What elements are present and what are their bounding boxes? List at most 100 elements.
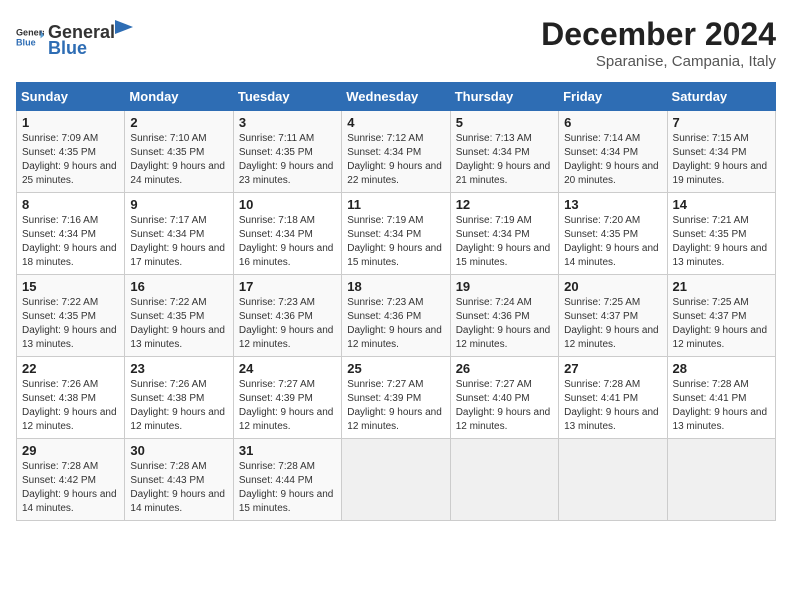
calendar-cell: 22 Sunrise: 7:26 AM Sunset: 4:38 PM Dayl… bbox=[17, 357, 125, 439]
calendar-cell: 31 Sunrise: 7:28 AM Sunset: 4:44 PM Dayl… bbox=[233, 439, 341, 521]
day-info: Sunrise: 7:16 AM Sunset: 4:34 PM Dayligh… bbox=[22, 214, 119, 270]
day-number: 31 bbox=[239, 443, 336, 458]
logo-blue: Blue bbox=[48, 38, 87, 58]
weekday-header: Sunday bbox=[17, 83, 125, 111]
weekday-header: Wednesday bbox=[342, 83, 450, 111]
calendar-cell: 26 Sunrise: 7:27 AM Sunset: 4:40 PM Dayl… bbox=[450, 357, 558, 439]
day-number: 12 bbox=[456, 197, 553, 212]
day-info: Sunrise: 7:25 AM Sunset: 4:37 PM Dayligh… bbox=[564, 296, 661, 352]
logo: General Blue General Blue bbox=[16, 16, 133, 59]
day-info: Sunrise: 7:21 AM Sunset: 4:35 PM Dayligh… bbox=[673, 214, 770, 270]
calendar-cell bbox=[342, 439, 450, 521]
day-info: Sunrise: 7:28 AM Sunset: 4:43 PM Dayligh… bbox=[130, 460, 227, 516]
calendar-week-row: 29 Sunrise: 7:28 AM Sunset: 4:42 PM Dayl… bbox=[17, 439, 776, 521]
logo-icon: General Blue bbox=[16, 23, 44, 51]
day-info: Sunrise: 7:24 AM Sunset: 4:36 PM Dayligh… bbox=[456, 296, 553, 352]
day-info: Sunrise: 7:28 AM Sunset: 4:44 PM Dayligh… bbox=[239, 460, 336, 516]
day-number: 10 bbox=[239, 197, 336, 212]
weekday-header: Thursday bbox=[450, 83, 558, 111]
calendar-cell: 16 Sunrise: 7:22 AM Sunset: 4:35 PM Dayl… bbox=[125, 275, 233, 357]
calendar-cell: 21 Sunrise: 7:25 AM Sunset: 4:37 PM Dayl… bbox=[667, 275, 775, 357]
day-number: 3 bbox=[239, 115, 336, 130]
calendar-cell: 15 Sunrise: 7:22 AM Sunset: 4:35 PM Dayl… bbox=[17, 275, 125, 357]
weekday-header: Tuesday bbox=[233, 83, 341, 111]
day-info: Sunrise: 7:18 AM Sunset: 4:34 PM Dayligh… bbox=[239, 214, 336, 270]
day-info: Sunrise: 7:20 AM Sunset: 4:35 PM Dayligh… bbox=[564, 214, 661, 270]
calendar-title: December 2024 bbox=[541, 16, 776, 53]
day-number: 15 bbox=[22, 279, 119, 294]
svg-text:Blue: Blue bbox=[16, 38, 36, 48]
calendar-cell bbox=[450, 439, 558, 521]
calendar-cell: 17 Sunrise: 7:23 AM Sunset: 4:36 PM Dayl… bbox=[233, 275, 341, 357]
day-number: 1 bbox=[22, 115, 119, 130]
logo-arrow bbox=[115, 16, 133, 38]
title-area: December 2024 Sparanise, Campania, Italy bbox=[541, 16, 776, 70]
day-info: Sunrise: 7:13 AM Sunset: 4:34 PM Dayligh… bbox=[456, 132, 553, 188]
calendar-cell: 1 Sunrise: 7:09 AM Sunset: 4:35 PM Dayli… bbox=[17, 111, 125, 193]
day-info: Sunrise: 7:14 AM Sunset: 4:34 PM Dayligh… bbox=[564, 132, 661, 188]
day-number: 11 bbox=[347, 197, 444, 212]
calendar-cell: 6 Sunrise: 7:14 AM Sunset: 4:34 PM Dayli… bbox=[559, 111, 667, 193]
day-info: Sunrise: 7:17 AM Sunset: 4:34 PM Dayligh… bbox=[130, 214, 227, 270]
svg-text:General: General bbox=[16, 28, 44, 38]
calendar-cell: 19 Sunrise: 7:24 AM Sunset: 4:36 PM Dayl… bbox=[450, 275, 558, 357]
calendar-cell: 30 Sunrise: 7:28 AM Sunset: 4:43 PM Dayl… bbox=[125, 439, 233, 521]
calendar-table: SundayMondayTuesdayWednesdayThursdayFrid… bbox=[16, 82, 776, 521]
day-number: 14 bbox=[673, 197, 770, 212]
day-number: 29 bbox=[22, 443, 119, 458]
day-number: 21 bbox=[673, 279, 770, 294]
day-info: Sunrise: 7:28 AM Sunset: 4:41 PM Dayligh… bbox=[564, 378, 661, 434]
calendar-cell: 11 Sunrise: 7:19 AM Sunset: 4:34 PM Dayl… bbox=[342, 193, 450, 275]
day-number: 20 bbox=[564, 279, 661, 294]
day-number: 5 bbox=[456, 115, 553, 130]
calendar-cell: 5 Sunrise: 7:13 AM Sunset: 4:34 PM Dayli… bbox=[450, 111, 558, 193]
day-number: 19 bbox=[456, 279, 553, 294]
calendar-cell bbox=[667, 439, 775, 521]
weekday-header: Monday bbox=[125, 83, 233, 111]
calendar-cell: 18 Sunrise: 7:23 AM Sunset: 4:36 PM Dayl… bbox=[342, 275, 450, 357]
day-number: 25 bbox=[347, 361, 444, 376]
calendar-cell: 14 Sunrise: 7:21 AM Sunset: 4:35 PM Dayl… bbox=[667, 193, 775, 275]
day-info: Sunrise: 7:27 AM Sunset: 4:39 PM Dayligh… bbox=[347, 378, 444, 434]
day-number: 26 bbox=[456, 361, 553, 376]
day-info: Sunrise: 7:25 AM Sunset: 4:37 PM Dayligh… bbox=[673, 296, 770, 352]
day-info: Sunrise: 7:19 AM Sunset: 4:34 PM Dayligh… bbox=[347, 214, 444, 270]
day-number: 4 bbox=[347, 115, 444, 130]
calendar-cell: 4 Sunrise: 7:12 AM Sunset: 4:34 PM Dayli… bbox=[342, 111, 450, 193]
calendar-cell: 9 Sunrise: 7:17 AM Sunset: 4:34 PM Dayli… bbox=[125, 193, 233, 275]
calendar-cell: 23 Sunrise: 7:26 AM Sunset: 4:38 PM Dayl… bbox=[125, 357, 233, 439]
calendar-week-row: 8 Sunrise: 7:16 AM Sunset: 4:34 PM Dayli… bbox=[17, 193, 776, 275]
calendar-cell: 27 Sunrise: 7:28 AM Sunset: 4:41 PM Dayl… bbox=[559, 357, 667, 439]
calendar-cell: 28 Sunrise: 7:28 AM Sunset: 4:41 PM Dayl… bbox=[667, 357, 775, 439]
calendar-cell: 13 Sunrise: 7:20 AM Sunset: 4:35 PM Dayl… bbox=[559, 193, 667, 275]
day-number: 9 bbox=[130, 197, 227, 212]
day-info: Sunrise: 7:10 AM Sunset: 4:35 PM Dayligh… bbox=[130, 132, 227, 188]
day-number: 7 bbox=[673, 115, 770, 130]
day-number: 30 bbox=[130, 443, 227, 458]
day-number: 8 bbox=[22, 197, 119, 212]
calendar-cell: 8 Sunrise: 7:16 AM Sunset: 4:34 PM Dayli… bbox=[17, 193, 125, 275]
day-info: Sunrise: 7:09 AM Sunset: 4:35 PM Dayligh… bbox=[22, 132, 119, 188]
day-number: 16 bbox=[130, 279, 227, 294]
calendar-cell bbox=[559, 439, 667, 521]
day-info: Sunrise: 7:19 AM Sunset: 4:34 PM Dayligh… bbox=[456, 214, 553, 270]
calendar-cell: 12 Sunrise: 7:19 AM Sunset: 4:34 PM Dayl… bbox=[450, 193, 558, 275]
calendar-cell: 29 Sunrise: 7:28 AM Sunset: 4:42 PM Dayl… bbox=[17, 439, 125, 521]
calendar-cell: 10 Sunrise: 7:18 AM Sunset: 4:34 PM Dayl… bbox=[233, 193, 341, 275]
calendar-week-row: 15 Sunrise: 7:22 AM Sunset: 4:35 PM Dayl… bbox=[17, 275, 776, 357]
day-number: 6 bbox=[564, 115, 661, 130]
day-info: Sunrise: 7:15 AM Sunset: 4:34 PM Dayligh… bbox=[673, 132, 770, 188]
day-number: 18 bbox=[347, 279, 444, 294]
day-info: Sunrise: 7:22 AM Sunset: 4:35 PM Dayligh… bbox=[22, 296, 119, 352]
day-number: 27 bbox=[564, 361, 661, 376]
calendar-cell: 25 Sunrise: 7:27 AM Sunset: 4:39 PM Dayl… bbox=[342, 357, 450, 439]
day-info: Sunrise: 7:27 AM Sunset: 4:40 PM Dayligh… bbox=[456, 378, 553, 434]
day-info: Sunrise: 7:11 AM Sunset: 4:35 PM Dayligh… bbox=[239, 132, 336, 188]
calendar-subtitle: Sparanise, Campania, Italy bbox=[541, 53, 776, 70]
calendar-cell: 20 Sunrise: 7:25 AM Sunset: 4:37 PM Dayl… bbox=[559, 275, 667, 357]
day-info: Sunrise: 7:23 AM Sunset: 4:36 PM Dayligh… bbox=[239, 296, 336, 352]
day-info: Sunrise: 7:27 AM Sunset: 4:39 PM Dayligh… bbox=[239, 378, 336, 434]
weekday-header: Saturday bbox=[667, 83, 775, 111]
day-number: 28 bbox=[673, 361, 770, 376]
day-info: Sunrise: 7:23 AM Sunset: 4:36 PM Dayligh… bbox=[347, 296, 444, 352]
